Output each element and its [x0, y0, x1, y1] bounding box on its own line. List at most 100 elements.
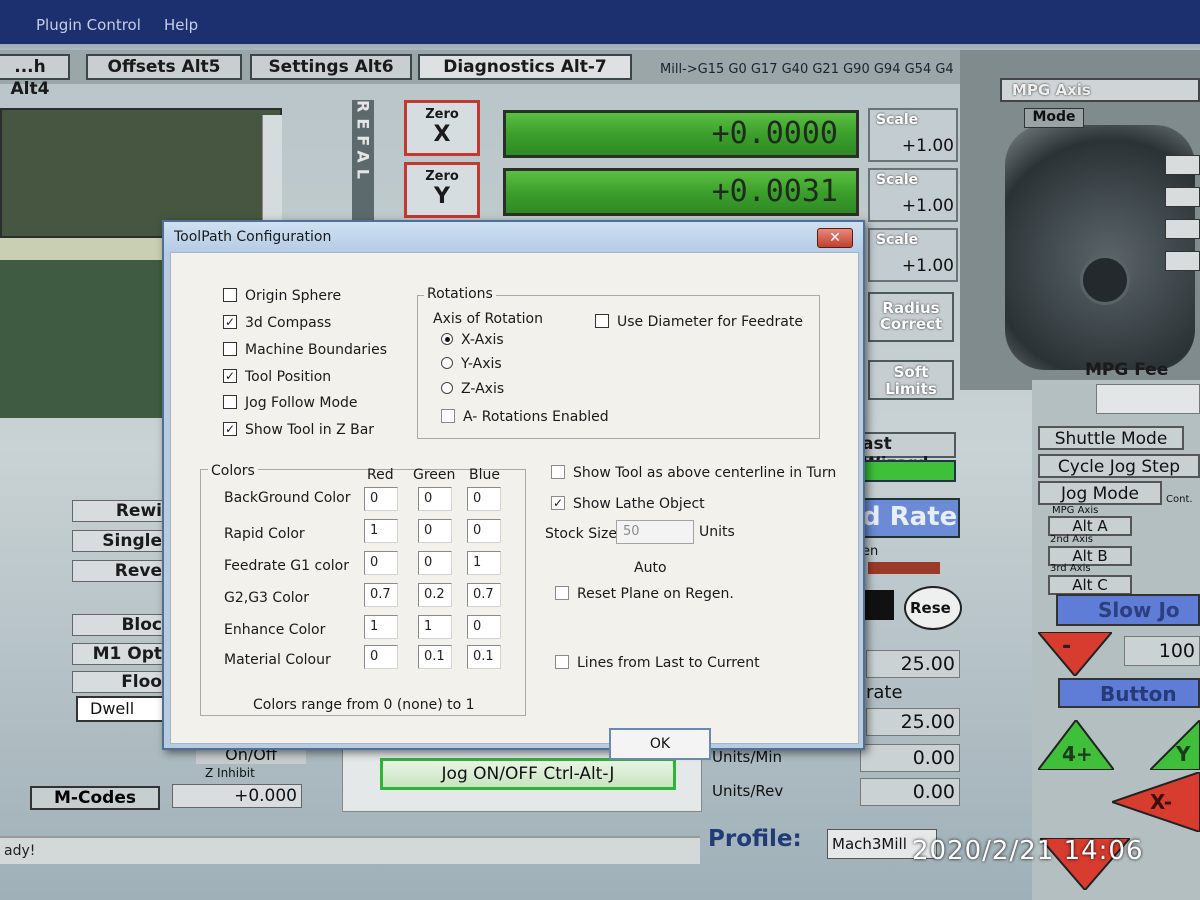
- wizard-button[interactable]: ast Wizard: [856, 432, 956, 474]
- rapid-red-field[interactable]: 1: [364, 519, 398, 543]
- menu-help[interactable]: Help: [164, 16, 198, 34]
- home-icon[interactable]: [864, 590, 894, 620]
- tab-diagnostics[interactable]: Diagnostics Alt-7: [418, 54, 632, 80]
- tab-offsets[interactable]: Offsets Alt5: [86, 54, 242, 80]
- flood-button[interactable]: Floo: [72, 671, 167, 693]
- soft-limits-button[interactable]: Soft Limits: [868, 360, 954, 400]
- show-tool-above-checkbox[interactable]: [551, 465, 565, 479]
- show-tool-z-bar-option[interactable]: ✓ Show Tool in Z Bar: [223, 422, 374, 440]
- menu-plugin-control[interactable]: Plugin Control: [36, 16, 141, 34]
- feed-rate-field[interactable]: 25.00: [866, 650, 960, 678]
- jog-mode-button[interactable]: Jog Mode: [1038, 481, 1162, 505]
- rapid-blue-field[interactable]: 0: [467, 519, 501, 543]
- zero-x-button[interactable]: Zero X: [404, 100, 480, 156]
- a-rotations-option[interactable]: A- Rotations Enabled: [441, 409, 609, 427]
- dialog-title-bar[interactable]: ToolPath Configuration ✕: [164, 222, 863, 252]
- zero-y-button[interactable]: Zero Y: [404, 162, 480, 218]
- reverse-run-button[interactable]: Reve: [72, 560, 167, 582]
- reset-plane-checkbox[interactable]: [555, 586, 569, 600]
- scale-x-value[interactable]: +1.00: [902, 136, 954, 156]
- toolpath-view[interactable]: [0, 108, 282, 238]
- compass-checkbox[interactable]: ✓: [223, 315, 237, 329]
- stock-size-field[interactable]: 50: [616, 520, 694, 544]
- jog-follow-checkbox[interactable]: [223, 395, 237, 409]
- ok-button[interactable]: OK: [609, 728, 711, 760]
- radius-correct-button[interactable]: Radius Correct: [868, 292, 954, 342]
- m-codes-button[interactable]: M-Codes: [30, 786, 160, 810]
- a-rotations-checkbox[interactable]: [441, 409, 455, 423]
- z-inhibit-field[interactable]: +0.000: [172, 784, 302, 808]
- mpg-knob-icon[interactable]: [1080, 255, 1130, 305]
- z-inhibit-toggle[interactable]: On/Off: [196, 748, 306, 764]
- lines-from-last-checkbox[interactable]: [555, 655, 569, 669]
- g2g3-red-field[interactable]: 0.7: [364, 583, 398, 607]
- machine-boundaries-option[interactable]: Machine Boundaries: [223, 342, 387, 360]
- feedrate-green-field[interactable]: 0: [418, 551, 452, 575]
- dro-y[interactable]: +0.0031: [503, 168, 859, 216]
- g2g3-green-field[interactable]: 0.2: [418, 583, 452, 607]
- mpg-feed-field[interactable]: [1096, 384, 1200, 414]
- jog-on-off-button[interactable]: Jog ON/OFF Ctrl-Alt-J: [380, 758, 676, 790]
- dwell-field[interactable]: Dwell: [76, 696, 166, 722]
- slow-jog-rate-field[interactable]: 100: [1124, 636, 1200, 666]
- background-blue-field[interactable]: 0: [467, 487, 501, 511]
- reset-plane-option[interactable]: Reset Plane on Regen.: [555, 586, 734, 604]
- cycle-jog-step-button[interactable]: Cycle Jog Step: [1038, 454, 1200, 478]
- close-button[interactable]: ✕: [817, 228, 853, 248]
- tool-position-checkbox[interactable]: ✓: [223, 369, 237, 383]
- jog-y-icon[interactable]: [1150, 720, 1200, 770]
- background-green-field[interactable]: 0: [418, 487, 452, 511]
- m1-optional-stop-button[interactable]: M1 Opt: [72, 643, 167, 665]
- x-axis-option[interactable]: X-Axis: [441, 332, 504, 350]
- y-axis-radio[interactable]: [441, 357, 453, 369]
- colors-range-note: Colors range from 0 (none) to 1: [253, 697, 475, 713]
- feedrate-blue-field[interactable]: 1: [467, 551, 501, 575]
- feedrate-color-label: Feedrate G1 color: [224, 558, 349, 574]
- jog-follow-option[interactable]: Jog Follow Mode: [223, 395, 358, 413]
- g2g3-blue-field[interactable]: 0.7: [467, 583, 501, 607]
- enhance-red-field[interactable]: 1: [364, 615, 398, 639]
- z-axis-option[interactable]: Z-Axis: [441, 381, 504, 399]
- use-diameter-checkbox[interactable]: [595, 314, 609, 328]
- enhance-blue-field[interactable]: 0: [467, 615, 501, 639]
- rapid-green-field[interactable]: 0: [418, 519, 452, 543]
- alt-a-button[interactable]: Alt A: [1048, 516, 1132, 536]
- show-lathe-object-option[interactable]: ✓ Show Lathe Object: [551, 496, 705, 514]
- origin-sphere-option[interactable]: Origin Sphere: [223, 288, 341, 306]
- tab-settings[interactable]: Settings Alt6: [250, 54, 412, 80]
- toolpath-scrollbar[interactable]: [262, 115, 282, 235]
- background-red-field[interactable]: 0: [364, 487, 398, 511]
- feedrate-red-field[interactable]: 0: [364, 551, 398, 575]
- z-axis-radio[interactable]: [441, 382, 453, 394]
- y-axis-option[interactable]: Y-Axis: [441, 356, 502, 374]
- show-tool-above-option[interactable]: Show Tool as above centerline in Turn: [551, 465, 836, 483]
- scale-z-value[interactable]: +1.00: [902, 256, 954, 276]
- shuttle-mode-button[interactable]: Shuttle Mode: [1038, 426, 1184, 450]
- button-jog-bar[interactable]: Button: [1058, 678, 1200, 708]
- show-lathe-object-checkbox[interactable]: ✓: [551, 496, 565, 510]
- show-tool-z-bar-checkbox[interactable]: ✓: [223, 422, 237, 436]
- machine-boundaries-checkbox[interactable]: [223, 342, 237, 356]
- compass-option[interactable]: ✓ 3d Compass: [223, 315, 331, 333]
- tool-position-option[interactable]: ✓ Tool Position: [223, 369, 331, 387]
- material-blue-field[interactable]: 0.1: [467, 645, 501, 669]
- material-green-field[interactable]: 0.1: [418, 645, 452, 669]
- origin-sphere-checkbox[interactable]: [223, 288, 237, 302]
- use-diameter-option[interactable]: Use Diameter for Feedrate: [595, 314, 803, 332]
- block-delete-button[interactable]: Bloc: [72, 614, 167, 636]
- reset-button[interactable]: Rese: [904, 586, 962, 630]
- material-red-field[interactable]: 0: [364, 645, 398, 669]
- lines-from-last-option[interactable]: Lines from Last to Current: [555, 655, 760, 673]
- scale-y-value[interactable]: +1.00: [902, 196, 954, 216]
- single-block-button[interactable]: Single: [72, 530, 167, 552]
- dro-x[interactable]: +0.0000: [503, 110, 859, 158]
- jog-minus-icon[interactable]: [1038, 632, 1112, 676]
- alt-c-button[interactable]: Alt C: [1048, 575, 1132, 595]
- rewind-button[interactable]: Rewi: [72, 500, 167, 522]
- slow-jog-bar[interactable]: Slow Jo: [1056, 594, 1200, 626]
- x-axis-radio[interactable]: [441, 333, 453, 345]
- enhance-green-field[interactable]: 1: [418, 615, 452, 639]
- mpg-mode-button[interactable]: Mode: [1024, 108, 1084, 128]
- tool-position-label: Tool Position: [245, 369, 332, 385]
- tab-program-run[interactable]: ...h Alt4: [0, 54, 70, 99]
